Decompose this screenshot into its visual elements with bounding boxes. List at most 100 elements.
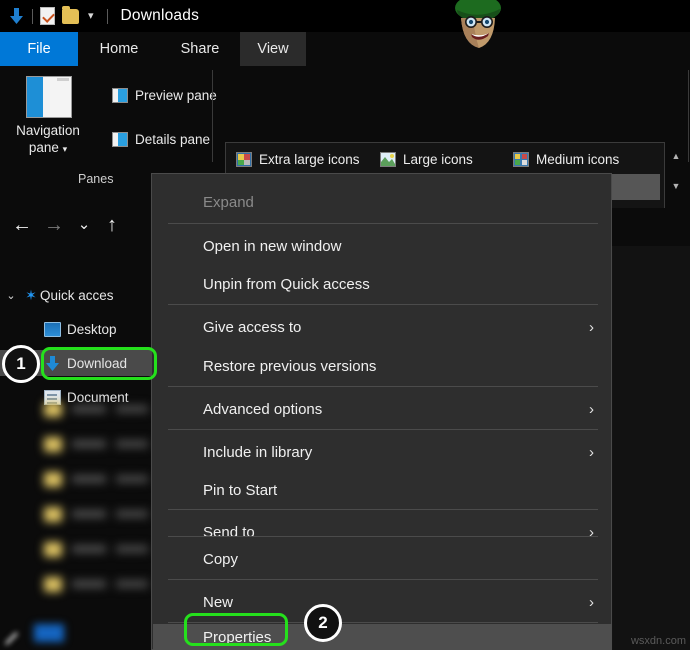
chevron-down-icon[interactable]: ▾ xyxy=(63,144,68,154)
menu-separator xyxy=(168,509,598,510)
pen-icon xyxy=(4,632,20,646)
customize-caret-icon[interactable]: ▾ xyxy=(88,10,94,22)
tab-home[interactable]: Home xyxy=(78,32,160,66)
context-menu-item-advanced-options[interactable]: Advanced options › xyxy=(153,389,612,429)
chevron-right-icon: › xyxy=(589,443,594,461)
tab-share[interactable]: Share xyxy=(160,32,240,66)
menu-separator xyxy=(168,579,598,580)
menu-separator xyxy=(168,223,598,224)
toolbar-divider xyxy=(32,8,33,24)
gallery-scroll-up-button[interactable]: ▲ xyxy=(671,152,681,161)
quick-access-toolbar: ▾ xyxy=(0,5,108,25)
sidebar-blurred-items xyxy=(0,398,152,618)
back-button[interactable]: ← xyxy=(10,212,34,238)
highlight-properties xyxy=(184,613,288,646)
context-menu-item-pin-to-start[interactable]: Pin to Start xyxy=(153,470,612,510)
star-icon: ✶ xyxy=(25,286,37,303)
navigation-pane: ⌄ ✶ Quick acces Desktop Download Documen… xyxy=(0,246,152,650)
panes-group-label: Panes xyxy=(78,172,114,186)
menu-separator xyxy=(168,429,598,430)
context-menu-label-0: Expand xyxy=(203,193,254,211)
navigation-pane-label-line2: pane xyxy=(28,140,59,155)
context-menu-label-10: New xyxy=(203,593,234,611)
step-marker-1: 1 xyxy=(2,345,40,383)
watermark: wsxdn.com xyxy=(630,635,686,647)
context-menu-label-2: Unpin from Quick access xyxy=(203,275,370,293)
context-menu: Expand Open in new window Unpin from Qui… xyxy=(151,173,612,650)
layout-label-0: Extra large icons xyxy=(259,151,360,167)
mascot-avatar-icon xyxy=(445,0,511,52)
preview-pane-icon xyxy=(112,88,128,103)
context-menu-item-unpin-from-quick-access[interactable]: Unpin from Quick access xyxy=(153,264,612,304)
navigation-pane-label-line1: Navigation xyxy=(16,123,80,138)
properties-icon[interactable] xyxy=(40,7,55,25)
sidebar-item-label-desktop: Desktop xyxy=(67,321,117,337)
context-menu-label-5: Advanced options xyxy=(203,400,323,418)
gallery-scroll-down-button[interactable]: ▼ xyxy=(671,182,681,191)
step-marker-2: 2 xyxy=(304,604,342,642)
navigation-pane-button[interactable]: Navigation pane ▾ xyxy=(2,122,94,158)
preview-pane-button[interactable]: Preview pane xyxy=(112,88,217,103)
ribbon-tab-strip: File Home Share View xyxy=(0,32,690,66)
downloads-icon[interactable] xyxy=(8,7,25,25)
list-item[interactable] xyxy=(44,538,156,563)
new-folder-icon[interactable] xyxy=(62,5,79,24)
up-button[interactable]: ↑ xyxy=(100,212,124,238)
layout-item-extra-large-icons[interactable]: Extra large icons xyxy=(230,146,366,172)
list-item-blurred-blue[interactable] xyxy=(34,624,64,642)
nav-pane-title-lines xyxy=(57,78,69,81)
menu-separator xyxy=(168,536,598,537)
forward-button[interactable]: → xyxy=(42,212,66,238)
recent-locations-button[interactable]: ⌄ xyxy=(72,212,96,238)
menu-separator xyxy=(168,304,598,305)
list-item[interactable] xyxy=(44,573,156,598)
sidebar-item-label-quick-access: Quick acces xyxy=(40,287,114,303)
chevron-right-icon: › xyxy=(589,318,594,336)
sidebar-item-quick-access[interactable]: ⌄ ✶ Quick acces xyxy=(0,282,152,308)
layout-label-1: Large icons xyxy=(403,151,473,167)
title-bar: ▾ Downloads xyxy=(0,0,690,32)
list-item[interactable] xyxy=(44,468,156,493)
chevron-right-icon: › xyxy=(589,593,594,611)
details-pane-icon xyxy=(112,132,128,147)
window-title: Downloads xyxy=(120,7,200,24)
chevron-down-icon[interactable]: ⌄ xyxy=(0,289,22,302)
layout-label-2: Medium icons xyxy=(536,151,620,167)
group-divider xyxy=(212,70,213,162)
list-item[interactable] xyxy=(44,398,156,423)
details-pane-button[interactable]: Details pane xyxy=(112,132,210,147)
context-menu-item-open-in-new-window[interactable]: Open in new window xyxy=(153,226,612,266)
context-menu-label-7: Pin to Start xyxy=(203,481,278,499)
layout-item-medium-icons[interactable]: Medium icons xyxy=(507,146,625,172)
context-menu-label-4: Restore previous versions xyxy=(203,357,377,375)
chevron-right-icon: › xyxy=(589,523,594,541)
details-pane-label: Details pane xyxy=(135,132,211,147)
context-menu-item-copy[interactable]: Copy xyxy=(153,539,612,579)
context-menu-item-expand[interactable]: Expand xyxy=(153,182,612,222)
sidebar-item-desktop[interactable]: Desktop xyxy=(0,316,152,342)
large-icons-icon xyxy=(380,151,396,167)
tab-file[interactable]: File xyxy=(0,32,78,66)
context-menu-item-restore-previous-versions[interactable]: Restore previous versions xyxy=(153,346,612,386)
extra-large-icons-icon xyxy=(236,151,252,167)
group-divider-right xyxy=(688,70,689,162)
context-menu-label-6: Include in library xyxy=(203,443,313,461)
context-menu-item-give-access-to[interactable]: Give access to › xyxy=(153,307,612,347)
context-menu-item-include-in-library[interactable]: Include in library › xyxy=(153,432,612,472)
highlight-download xyxy=(41,347,157,380)
file-explorer-window: ▾ Downloads File Home Share View Navigat… xyxy=(0,0,690,650)
list-item[interactable] xyxy=(44,433,156,458)
tab-view[interactable]: View xyxy=(240,32,306,66)
layout-item-large-icons[interactable]: Large icons xyxy=(374,146,479,172)
list-item[interactable] xyxy=(44,503,156,528)
context-menu-label-8: Send to xyxy=(203,523,255,541)
navigation-pane-icon[interactable] xyxy=(26,76,72,118)
medium-icons-icon xyxy=(513,151,529,167)
menu-separator xyxy=(168,386,598,387)
preview-pane-label: Preview pane xyxy=(135,88,217,103)
context-menu-label-1: Open in new window xyxy=(203,237,342,255)
toolbar-divider-2 xyxy=(106,8,108,24)
desktop-icon xyxy=(44,321,61,337)
context-menu-label-3: Give access to xyxy=(203,318,302,336)
nav-pane-left-fill xyxy=(27,77,43,117)
